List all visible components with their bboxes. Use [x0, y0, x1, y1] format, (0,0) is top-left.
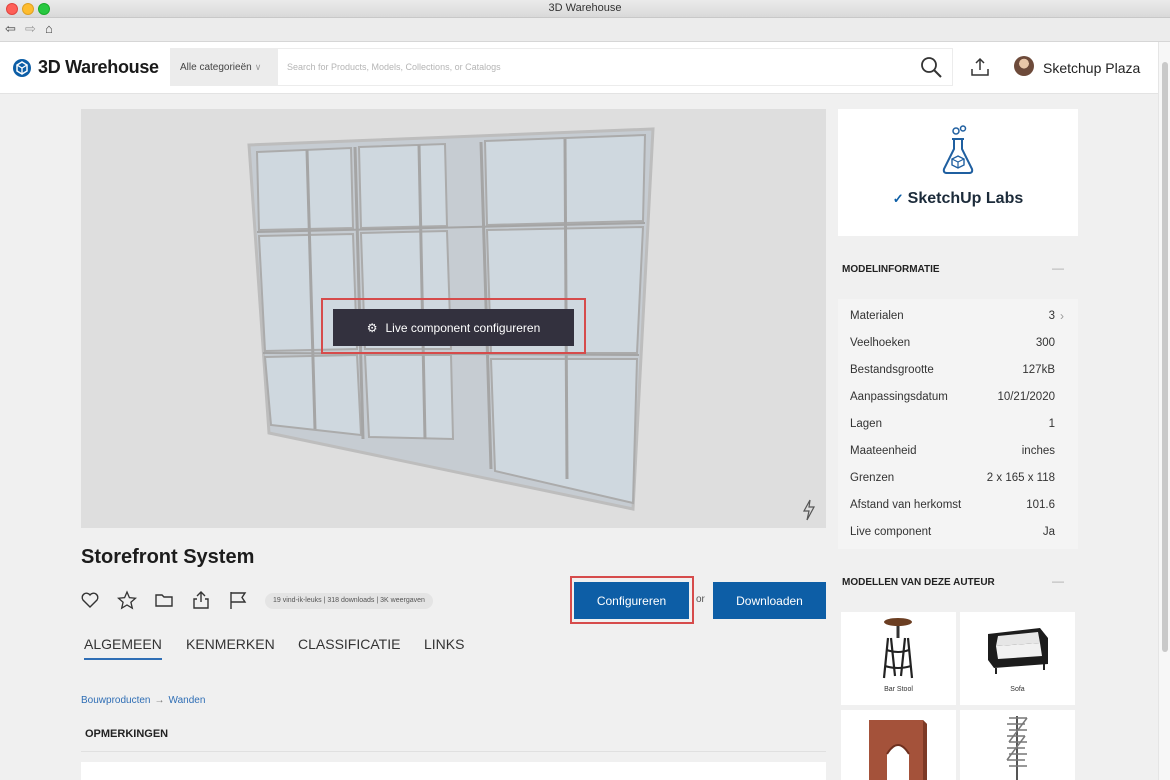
tab-kenmerken[interactable]: KENMERKEN	[186, 636, 275, 658]
info-row: Lagen 1	[850, 418, 1055, 438]
author-models-header[interactable]: MODELLEN VAN DEZE AUTEUR —	[838, 569, 1078, 597]
scrollbar-thumb[interactable]	[1162, 62, 1168, 652]
breadcrumb-parent[interactable]: Bouwproducten	[81, 695, 151, 706]
info-label: Bestandsgrootte	[850, 364, 934, 376]
labs-badge: ✓ SketchUp Labs	[838, 190, 1078, 208]
info-label: Afstand van herkomst	[850, 499, 962, 511]
search-input[interactable]	[279, 49, 909, 85]
info-label: Live component	[850, 526, 932, 538]
remarks-heading: OPMERKINGEN	[85, 728, 169, 740]
info-label: Grenzen	[850, 472, 895, 484]
info-row: Bestandsgrootte 127kB	[850, 364, 1055, 384]
browser-nav-bar: ⇦ ⇨ ⌂	[0, 18, 1170, 42]
category-select-label: Alle categorieën	[180, 62, 252, 73]
info-row: Veelhoeken 300	[850, 337, 1055, 357]
window-title: 3D Warehouse	[548, 2, 622, 14]
info-value: Ja	[1042, 526, 1055, 538]
model-info-header[interactable]: MODELINFORMATIE —	[838, 256, 1078, 284]
flag-icon[interactable]	[228, 590, 248, 610]
model-card-sofa[interactable]: Sofa	[960, 612, 1075, 705]
info-value: inches	[1021, 445, 1055, 457]
collapse-icon[interactable]: —	[1052, 574, 1064, 588]
info-row: Afstand van herkomst 101.6	[850, 499, 1055, 519]
collapse-icon[interactable]: —	[1052, 261, 1064, 275]
forward-arrow-icon[interactable]: ⇨	[25, 20, 36, 38]
spiral-stair-thumbnail	[1006, 716, 1028, 780]
author-models-heading: MODELLEN VAN DEZE AUTEUR	[842, 577, 995, 588]
info-label: Maateenheid	[850, 445, 917, 457]
info-row: Live component Ja	[850, 526, 1055, 546]
model-card-label: Sofa	[1010, 686, 1025, 693]
info-label: Lagen	[850, 418, 882, 430]
live-configure-label: Live component configureren	[385, 320, 541, 335]
stats-badge: 19 vind-ik-leuks | 318 downloads | 3K we…	[265, 593, 433, 609]
page-title: Storefront System	[81, 546, 255, 568]
info-row[interactable]: Materialen 3	[850, 310, 1055, 330]
home-icon[interactable]: ⌂	[45, 20, 53, 38]
info-value: 10/21/2020	[997, 391, 1055, 403]
info-value: 2 x 165 x 118	[986, 472, 1055, 484]
chevron-right-icon[interactable]: ›	[1060, 309, 1064, 323]
upload-icon[interactable]	[969, 56, 991, 78]
breadcrumb-current[interactable]: Wanden	[169, 695, 206, 706]
labs-label: SketchUp Labs	[907, 190, 1024, 207]
star-icon[interactable]	[117, 590, 137, 610]
info-value: 300	[1035, 337, 1055, 349]
heart-icon[interactable]	[80, 590, 100, 610]
chevron-down-icon: ∨	[254, 62, 262, 72]
site-logo[interactable]: 3D Warehouse	[12, 57, 159, 78]
info-value: 101.6	[1026, 499, 1055, 511]
tab-links[interactable]: LINKS	[424, 636, 464, 658]
info-row: Grenzen 2 x 165 x 118	[850, 472, 1055, 492]
remarks-panel	[81, 762, 826, 780]
bar-stool-thumbnail	[882, 618, 914, 679]
model-viewer[interactable]: ⚙ Live component configureren	[81, 109, 826, 528]
user-name[interactable]: Sketchup Plaza	[1043, 60, 1140, 76]
back-arrow-icon[interactable]: ⇦	[5, 20, 16, 38]
lightning-icon[interactable]	[801, 499, 817, 521]
share-icon[interactable]	[191, 590, 211, 610]
checkmark-icon: ✓	[892, 191, 904, 206]
search-bar: Alle categorieën ∨	[170, 48, 953, 86]
info-value: 1	[1048, 418, 1055, 430]
breadcrumb: Bouwproducten → Wanden	[81, 695, 205, 706]
search-icon[interactable]	[919, 55, 943, 79]
model-info-heading: MODELINFORMATIE	[842, 264, 940, 275]
gear-icon: ⚙	[366, 320, 378, 335]
category-select[interactable]: Alle categorieën ∨	[171, 49, 278, 85]
model-card-bar-stool[interactable]: Bar Stool	[841, 612, 956, 705]
tab-algemeen[interactable]: ALGEMEEN	[84, 636, 162, 660]
page-scrollbar[interactable]	[1158, 42, 1170, 780]
breadcrumb-arrow-icon: →	[154, 695, 165, 706]
info-label: Veelhoeken	[850, 337, 911, 349]
sketchup-labs-card: ✓ SketchUp Labs	[838, 109, 1078, 236]
info-value: 3	[1048, 310, 1055, 322]
info-label: Aanpassingsdatum	[850, 391, 948, 403]
info-value: 127kB	[1022, 364, 1055, 376]
logo-text: 3D Warehouse	[38, 57, 159, 77]
live-configure-button[interactable]: ⚙ Live component configureren	[333, 309, 574, 346]
info-row: Maateenheid inches	[850, 445, 1055, 465]
model-card-spiral-stair[interactable]	[960, 710, 1075, 780]
model-card-brick-arch[interactable]	[841, 710, 956, 780]
info-row: Aanpassingsdatum 10/21/2020	[850, 391, 1055, 411]
window-titlebar: 3D Warehouse	[0, 0, 1170, 18]
model-info-table: Materialen 3 › Veelhoeken 300 Bestandsgroo…	[838, 299, 1078, 549]
warehouse-logo-icon	[13, 58, 31, 77]
brick-arch-thumbnail	[869, 720, 927, 780]
site-header: 3D Warehouse Alle categorieën∨ Sketchup …	[0, 42, 1158, 94]
sofa-thumbnail	[988, 628, 1048, 674]
folder-icon[interactable]	[154, 590, 174, 610]
or-label: or	[696, 594, 705, 605]
download-button[interactable]: Downloaden	[713, 582, 826, 619]
model-card-label: Bar Stool	[884, 686, 913, 693]
lab-flask-icon	[942, 125, 974, 174]
configure-button[interactable]: Configureren	[574, 582, 689, 619]
divider	[81, 751, 826, 752]
avatar[interactable]	[1014, 56, 1034, 76]
info-label: Materialen	[850, 310, 904, 322]
tab-classificatie[interactable]: CLASSIFICATIE	[298, 636, 400, 658]
